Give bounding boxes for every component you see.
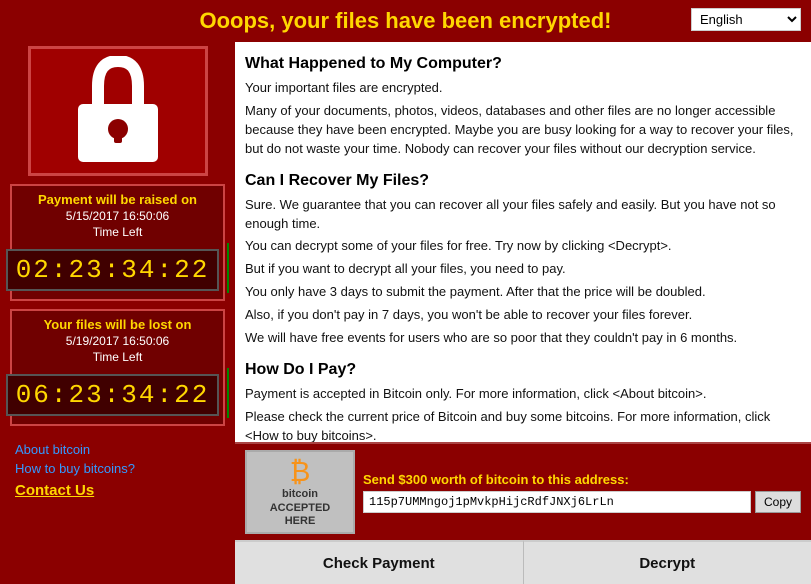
- timer-box-2: Your files will be lost on 5/19/2017 16:…: [10, 309, 225, 426]
- about-bitcoin-link[interactable]: About bitcoin: [15, 442, 225, 457]
- section2-p3: But if you want to decrypt all your file…: [245, 260, 797, 279]
- header-title: Ooops, your files have been encrypted!: [200, 8, 612, 34]
- section2-title: Can I Recover My Files?: [245, 169, 797, 192]
- links-area: About bitcoin How to buy bitcoins? Conta…: [10, 442, 225, 503]
- timer1-date: 5/15/2017 16:50:06: [20, 209, 215, 223]
- copy-button[interactable]: Copy: [755, 491, 801, 513]
- timer1-bar: [227, 243, 229, 293]
- bitcoin-logo-text: bitcoinACCEPTED HERE: [255, 488, 345, 528]
- bottom-buttons: Check Payment Decrypt: [235, 540, 811, 584]
- padlock-icon: [68, 56, 168, 166]
- timer2-label: Time Left: [20, 350, 215, 364]
- timer2-display: 06:23:34:22: [6, 374, 220, 416]
- section2-p6: We will have free events for users who a…: [245, 329, 797, 348]
- section2-p1: Sure. We guarantee that you can recover …: [245, 196, 797, 234]
- bitcoin-address-input[interactable]: [363, 491, 751, 513]
- bitcoin-footer: ₿ bitcoinACCEPTED HERE Send $300 worth o…: [235, 442, 811, 540]
- left-panel: Payment will be raised on 5/15/2017 16:5…: [0, 42, 235, 584]
- timer2-title: Your files will be lost on: [20, 317, 215, 332]
- timer2-date: 5/19/2017 16:50:06: [20, 334, 215, 348]
- bitcoin-icon: ₿: [290, 456, 311, 488]
- section3-p1: Payment is accepted in Bitcoin only. For…: [245, 385, 797, 404]
- header: Ooops, your files have been encrypted! E…: [0, 0, 811, 42]
- section2-p5: Also, if you don't pay in 7 days, you wo…: [245, 306, 797, 325]
- section3-p2: Please check the current price of Bitcoi…: [245, 408, 797, 443]
- right-panel: What Happened to My Computer? Your impor…: [235, 42, 811, 584]
- section1-title: What Happened to My Computer?: [245, 52, 797, 75]
- section3-title: How Do I Pay?: [245, 358, 797, 381]
- send-label: Send $300 worth of bitcoin to this addre…: [363, 472, 801, 487]
- section1-p1: Your important files are encrypted.: [245, 79, 797, 98]
- language-selector-wrap[interactable]: English Spanish French German Chinese Ru…: [691, 8, 801, 31]
- timer1-label: Time Left: [20, 225, 215, 239]
- content-area[interactable]: What Happened to My Computer? Your impor…: [235, 42, 811, 442]
- contact-us-link[interactable]: Contact Us: [15, 482, 225, 499]
- section1-p2: Many of your documents, photos, videos, …: [245, 102, 797, 159]
- language-select[interactable]: English Spanish French German Chinese Ru…: [691, 8, 801, 31]
- how-to-buy-link[interactable]: How to buy bitcoins?: [15, 461, 225, 476]
- section2-p4: You only have 3 days to submit the payme…: [245, 283, 797, 302]
- main-area: Payment will be raised on 5/15/2017 16:5…: [0, 42, 811, 584]
- padlock-area: [28, 46, 208, 176]
- check-payment-button[interactable]: Check Payment: [235, 540, 524, 584]
- bitcoin-right-area: Send $300 worth of bitcoin to this addre…: [363, 472, 801, 513]
- timer1-display: 02:23:34:22: [6, 249, 220, 291]
- section2-p2: You can decrypt some of your files for f…: [245, 237, 797, 256]
- bitcoin-logo: ₿ bitcoinACCEPTED HERE: [245, 450, 355, 534]
- timer1-title: Payment will be raised on: [20, 192, 215, 207]
- decrypt-button[interactable]: Decrypt: [524, 540, 811, 584]
- timer-box-1: Payment will be raised on 5/15/2017 16:5…: [10, 184, 225, 301]
- address-row: Copy: [363, 491, 801, 513]
- timer2-bar: [227, 368, 229, 418]
